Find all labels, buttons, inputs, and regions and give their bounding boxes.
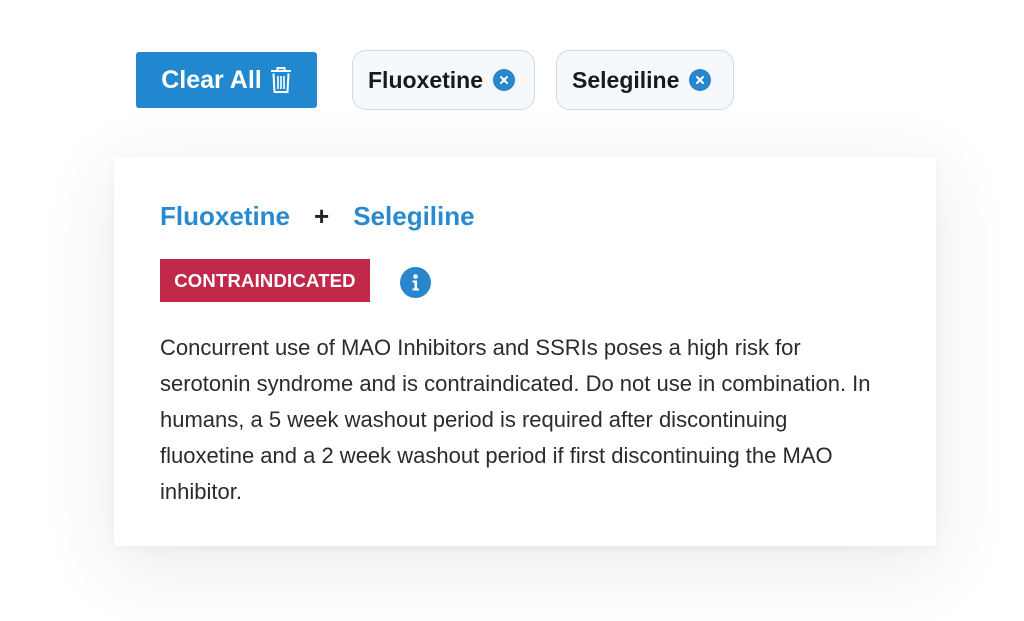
- close-circle-icon[interactable]: [689, 69, 712, 91]
- clear-all-button[interactable]: Clear All: [136, 52, 317, 108]
- drug-b-link[interactable]: Selegiline: [353, 201, 474, 232]
- trash-icon: [270, 66, 292, 94]
- drug-chip-label: Selegiline: [572, 66, 680, 93]
- close-circle-icon[interactable]: [493, 69, 516, 91]
- drug-chip-label: Fluoxetine: [368, 66, 484, 93]
- interaction-description: Concurrent use of MAO Inhibitors and SSR…: [160, 335, 871, 504]
- severity-label: CONTRAINDICATED: [174, 269, 356, 291]
- clear-all-label: Clear All: [161, 65, 262, 94]
- interaction-pair: Fluoxetine + Selegiline: [160, 201, 475, 232]
- severity-badge: CONTRAINDICATED: [160, 259, 370, 302]
- plus-sign: +: [314, 201, 330, 231]
- drug-chip-fluoxetine[interactable]: Fluoxetine: [352, 50, 535, 110]
- info-icon[interactable]: [400, 267, 431, 298]
- selected-drugs-toolbar: Clear All Fluoxetine Selegiline: [0, 0, 1024, 130]
- interaction-card: Fluoxetine + Selegiline CONTRAINDICATED …: [114, 157, 936, 546]
- drug-a-link[interactable]: Fluoxetine: [160, 201, 290, 232]
- drug-chip-selegiline[interactable]: Selegiline: [556, 50, 734, 110]
